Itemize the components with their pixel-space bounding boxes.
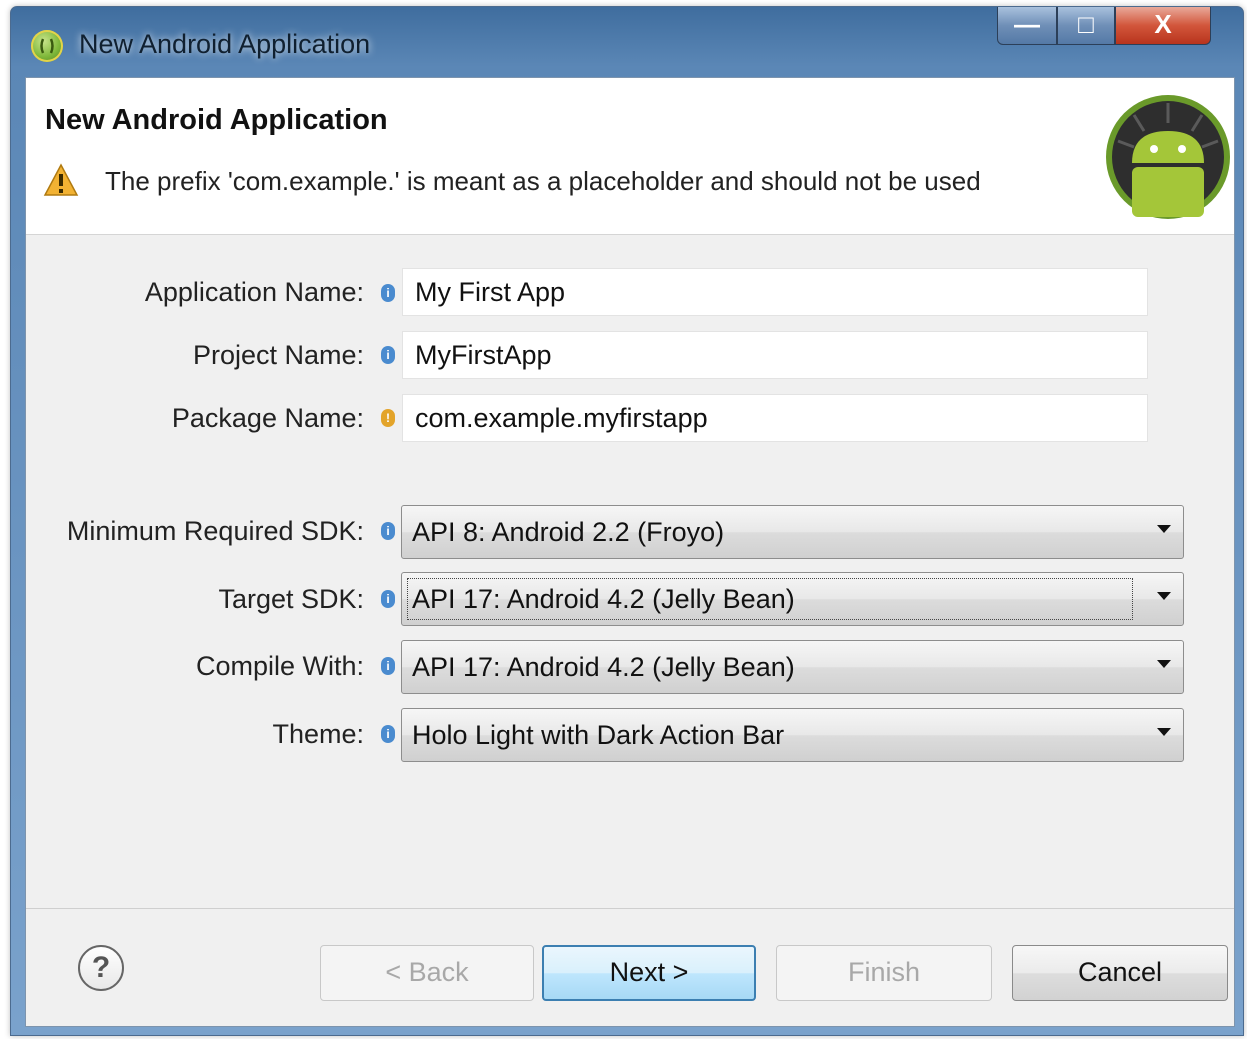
theme-value: Holo Light with Dark Action Bar [412, 720, 785, 750]
warning-icon [43, 163, 79, 196]
info-icon[interactable]: i [381, 522, 395, 540]
warning-text: The prefix 'com.example.' is meant as a … [105, 166, 981, 196]
info-icon[interactable]: i [381, 657, 395, 675]
chevron-down-icon[interactable] [1157, 728, 1171, 736]
help-button[interactable]: ? [78, 945, 124, 991]
eclipse-adt-icon [31, 30, 63, 62]
info-icon[interactable]: i [381, 725, 395, 743]
info-icon[interactable]: i [381, 346, 395, 364]
back-button[interactable]: < Back [320, 945, 534, 1001]
compile-with-select[interactable]: API 17: Android 4.2 (Jelly Bean) [401, 640, 1184, 694]
dialog-window: New Android Application — □ X New Androi… [10, 6, 1244, 1036]
next-button[interactable]: Next > [542, 945, 756, 1001]
dialog-client-area: New Android Application The prefix 'com.… [25, 77, 1235, 1027]
compile-with-label: Compile With: [195, 651, 364, 681]
window-title: New Android Application [79, 29, 371, 59]
package-name-field[interactable] [402, 394, 1148, 442]
project-name-field[interactable] [402, 331, 1148, 379]
min-sdk-value: API 8: Android 2.2 (Froyo) [412, 517, 725, 547]
title-bar[interactable]: New Android Application — □ X [11, 7, 1243, 77]
application-name-label: Application Name: [144, 277, 364, 307]
chevron-down-icon[interactable] [1157, 592, 1171, 600]
min-sdk-select[interactable]: API 8: Android 2.2 (Froyo) [401, 505, 1184, 559]
package-name-label: Package Name: [171, 403, 364, 433]
target-sdk-label: Target SDK: [218, 584, 364, 614]
finish-button[interactable]: Finish [776, 945, 992, 1001]
warning-icon[interactable]: ! [381, 409, 395, 427]
maximize-button[interactable]: □ [1057, 7, 1115, 45]
maximize-icon: □ [1078, 9, 1094, 39]
chevron-down-icon[interactable] [1157, 525, 1171, 533]
close-button[interactable]: X [1115, 7, 1211, 45]
info-icon[interactable]: i [381, 590, 395, 608]
page-title: New Android Application [45, 104, 388, 136]
chevron-down-icon[interactable] [1157, 660, 1171, 668]
target-sdk-select[interactable]: API 17: Android 4.2 (Jelly Bean) [401, 572, 1184, 626]
close-icon: X [1154, 9, 1172, 39]
footer-divider [26, 908, 1234, 909]
project-name-label: Project Name: [192, 340, 364, 370]
application-name-field[interactable] [402, 268, 1148, 316]
theme-label: Theme: [272, 719, 364, 749]
cancel-button[interactable]: Cancel [1012, 945, 1228, 1001]
minimize-button[interactable]: — [997, 7, 1057, 45]
info-icon[interactable]: i [381, 284, 395, 302]
min-sdk-label: Minimum Required SDK: [66, 516, 364, 546]
theme-select[interactable]: Holo Light with Dark Action Bar [401, 708, 1184, 762]
target-sdk-value: API 17: Android 4.2 (Jelly Bean) [412, 584, 795, 614]
wizard-header: New Android Application The prefix 'com.… [26, 78, 1234, 235]
android-logo-icon [1106, 95, 1230, 219]
minimize-icon: — [1014, 9, 1040, 39]
compile-with-value: API 17: Android 4.2 (Jelly Bean) [412, 652, 795, 682]
